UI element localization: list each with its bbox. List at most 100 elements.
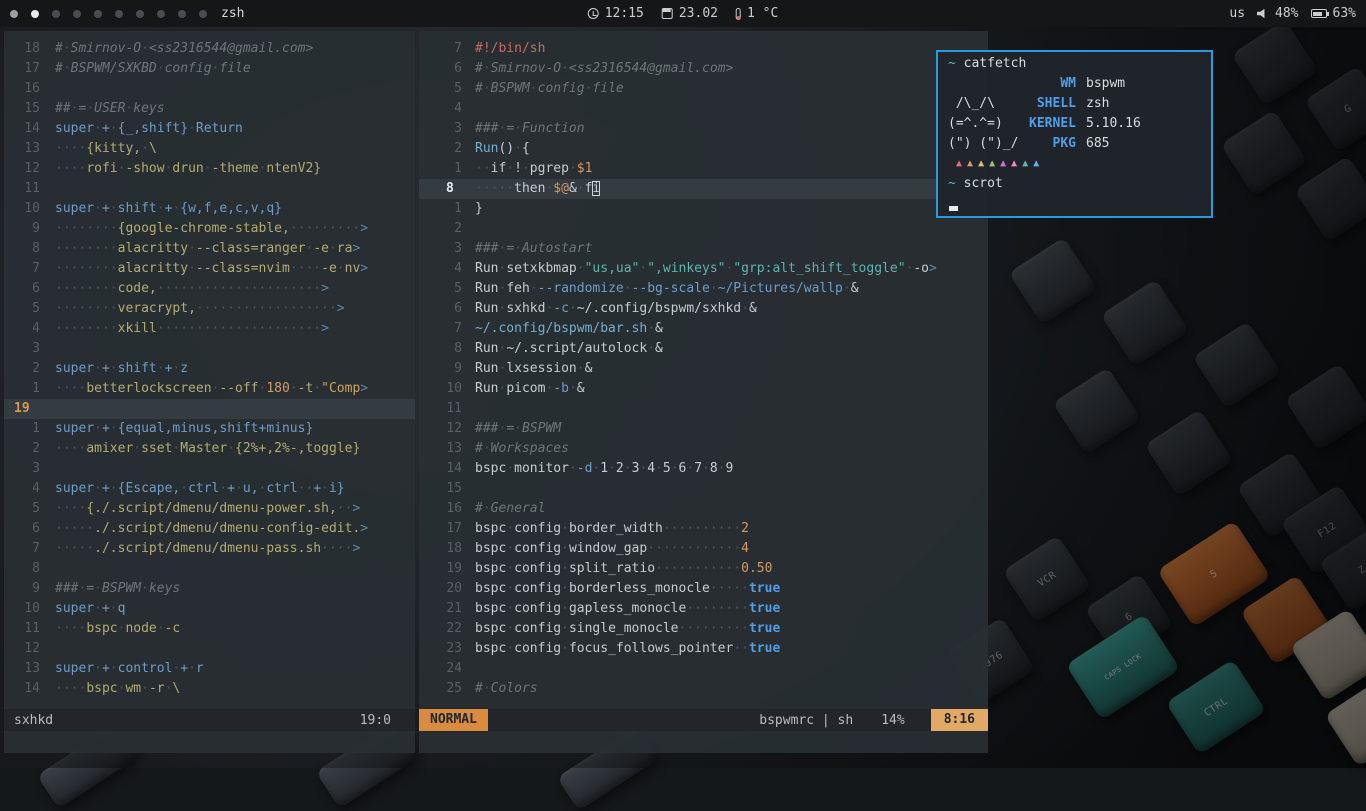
- workspace-dot-focused[interactable]: [31, 10, 39, 18]
- code-line[interactable]: 6#·Smirnov-O·<ss2316544@gmail.com>: [419, 59, 988, 79]
- code-line[interactable]: 12: [4, 639, 415, 659]
- code-line[interactable]: 4Run·setxkbmap·"us,ua"·",winkeys"·"grp:a…: [419, 259, 988, 279]
- code-line[interactable]: 11: [4, 179, 415, 199]
- code-line[interactable]: 3###·=·Autostart: [419, 239, 988, 259]
- workspace-dot-empty[interactable]: [52, 10, 60, 18]
- code-line[interactable]: 23bspc·config·focus_follows_pointer··tru…: [419, 639, 988, 659]
- code-line[interactable]: 18#·Smirnov-O·<ss2316544@gmail.com>: [4, 39, 415, 59]
- code-line[interactable]: 10super·+·shift·+·{w,f,e,c,v,q}: [4, 199, 415, 219]
- code-line-current[interactable]: 19: [4, 399, 415, 419]
- code-line[interactable]: 5····{./.script/dmenu/dmenu-power.sh,··>: [4, 499, 415, 519]
- code-text: bspc·config·borderless_monocle·····true: [475, 581, 780, 596]
- workspace-dot-occupied[interactable]: [10, 10, 18, 18]
- code-line[interactable]: 7·····./.script/dmenu/dmenu-pass.sh····>: [4, 539, 415, 559]
- code-line[interactable]: 5········veracrypt,··················>: [4, 299, 415, 319]
- terminal-left-sxhkd[interactable]: 18#·Smirnov-O·<ss2316544@gmail.com>17#·B…: [4, 31, 415, 753]
- code-line[interactable]: 17bspc·config·border_width··········2: [419, 519, 988, 539]
- code-line[interactable]: 1super·+·{equal,minus,shift+minus}: [4, 419, 415, 439]
- workspace-dot-empty[interactable]: [178, 10, 186, 18]
- code-line[interactable]: 16#·General: [419, 499, 988, 519]
- code-line[interactable]: 2····amixer·sset·Master·{2%+,2%-,toggle}: [4, 439, 415, 459]
- code-text: Run·sxhkd·-c·~/.config/bspwm/sxhkd·&: [475, 301, 757, 316]
- code-line[interactable]: 14bspc·monitor·-d·1·2·3·4·5·6·7·8·9: [419, 459, 988, 479]
- code-line[interactable]: 10super·+·q: [4, 599, 415, 619]
- code-line[interactable]: 16: [4, 79, 415, 99]
- editor-left-buffer[interactable]: 18#·Smirnov-O·<ss2316544@gmail.com>17#·B…: [4, 31, 415, 709]
- code-line[interactable]: 1····betterlockscreen·--off·180·-t·"Comp…: [4, 379, 415, 399]
- temperature-module: 1 °C: [736, 6, 778, 21]
- code-text: #·Smirnov-O·<ss2316544@gmail.com>: [55, 41, 313, 56]
- line-number: 4: [419, 99, 462, 119]
- vim-cursor: i: [592, 181, 600, 196]
- code-text: ###·=·Autostart: [475, 241, 592, 256]
- code-line[interactable]: 13#·Workspaces: [419, 439, 988, 459]
- code-line[interactable]: 5#·BSPWM·config·file: [419, 79, 988, 99]
- workspace-dot-empty[interactable]: [136, 10, 144, 18]
- editor-middle-buffer[interactable]: 7#!/bin/sh6#·Smirnov-O·<ss2316544@gmail.…: [419, 31, 988, 709]
- code-line[interactable]: 15##·=·USER·keys: [4, 99, 415, 119]
- code-line[interactable]: 7········alacritty·--class=nvim····-e·nv…: [4, 259, 415, 279]
- code-line[interactable]: 2Run()·{: [419, 139, 988, 159]
- fetch-value: 5.10.16: [1086, 114, 1141, 134]
- code-text: bspc·config·border_width··········2: [475, 521, 749, 536]
- code-line[interactable]: 6·····./.script/dmenu/dmenu-config-edit.…: [4, 519, 415, 539]
- line-number: 23: [419, 639, 462, 659]
- code-line[interactable]: 22bspc·config·single_monocle·········tru…: [419, 619, 988, 639]
- command-catfetch: catfetch: [964, 56, 1027, 71]
- code-line[interactable]: 20bspc·config·borderless_monocle·····tru…: [419, 579, 988, 599]
- code-line[interactable]: 14····bspc·wm·-r·\: [4, 679, 415, 699]
- clock-module: 12:15: [588, 6, 644, 21]
- code-line[interactable]: 13super·+·control·+·r: [4, 659, 415, 679]
- code-line[interactable]: 1}: [419, 199, 988, 219]
- code-line[interactable]: 4········xkill·····················>: [4, 319, 415, 339]
- code-line[interactable]: 9········{google-chrome-stable,·········…: [4, 219, 415, 239]
- color-palette: ▲▲▲▲▲▲▲▲: [948, 154, 1211, 174]
- terminal-middle-bspwmrc[interactable]: 7#!/bin/sh6#·Smirnov-O·<ss2316544@gmail.…: [419, 31, 988, 753]
- code-line[interactable]: 24: [419, 659, 988, 679]
- code-line[interactable]: 6········code,·····················>: [4, 279, 415, 299]
- code-line[interactable]: 3: [4, 459, 415, 479]
- code-line[interactable]: 9###·=·BSPWM·keys: [4, 579, 415, 599]
- workspace-dot-empty[interactable]: [94, 10, 102, 18]
- code-line[interactable]: 13····{kitty,·\: [4, 139, 415, 159]
- code-line-current[interactable]: 8·····then·$@&·fi: [419, 179, 988, 199]
- code-line[interactable]: 10Run·picom·-b·&: [419, 379, 988, 399]
- code-line[interactable]: 12###·=·BSPWM: [419, 419, 988, 439]
- code-line[interactable]: 2: [419, 219, 988, 239]
- workspace-dot-empty[interactable]: [199, 10, 207, 18]
- line-number: 8: [4, 239, 40, 259]
- code-line[interactable]: 18bspc·config·window_gap············4: [419, 539, 988, 559]
- line-number: 5: [4, 499, 40, 519]
- code-line[interactable]: 14super·+·{_,shift}·Return: [4, 119, 415, 139]
- code-line[interactable]: 21bspc·config·gapless_monocle········tru…: [419, 599, 988, 619]
- workspace-dot-empty[interactable]: [157, 10, 165, 18]
- code-line[interactable]: 5Run·feh·--randomize·--bg-scale·~/Pictur…: [419, 279, 988, 299]
- code-line[interactable]: 8Run·~/.script/autolock·&: [419, 339, 988, 359]
- line-number: 25: [419, 679, 462, 699]
- code-line[interactable]: 12····rofi·-show·drun·-theme·ntenV2}: [4, 159, 415, 179]
- code-line[interactable]: 9Run·lxsession·&: [419, 359, 988, 379]
- code-line[interactable]: 7#!/bin/sh: [419, 39, 988, 59]
- volume-module[interactable]: 48%: [1257, 6, 1298, 21]
- code-line[interactable]: 11····bspc·node·-c: [4, 619, 415, 639]
- code-line[interactable]: 4: [419, 99, 988, 119]
- floating-terminal-catfetch[interactable]: ~ catfetch WMbspwm /\_/\SHELLzsh(=^.^=)K…: [936, 50, 1213, 218]
- code-text: ····rofi·-show·drun·-theme·ntenV2}: [55, 161, 321, 176]
- code-line[interactable]: 6Run·sxhkd·-c·~/.config/bspwm/sxhkd·&: [419, 299, 988, 319]
- code-line[interactable]: 3: [4, 339, 415, 359]
- code-line[interactable]: 8: [4, 559, 415, 579]
- code-line[interactable]: 2super·+·shift·+·z: [4, 359, 415, 379]
- code-line[interactable]: 15: [419, 479, 988, 499]
- code-line[interactable]: 8········alacritty·--class=ranger·-e·ra>: [4, 239, 415, 259]
- code-line[interactable]: 4super·+·{Escape,·ctrl·+·u,·ctrl··+·i}: [4, 479, 415, 499]
- code-line[interactable]: 7~/.config/bspwm/bar.sh·&: [419, 319, 988, 339]
- code-line[interactable]: 17#·BSPWM/SXKBD·config·file: [4, 59, 415, 79]
- code-line[interactable]: 25#·Colors: [419, 679, 988, 699]
- workspace-dot-empty[interactable]: [73, 10, 81, 18]
- code-line[interactable]: 1··if·!·pgrep·$1: [419, 159, 988, 179]
- keyboard-layout-indicator[interactable]: us: [1229, 6, 1245, 21]
- code-line[interactable]: 19bspc·config·split_ratio···········0.50: [419, 559, 988, 579]
- code-line[interactable]: 11: [419, 399, 988, 419]
- workspace-dot-empty[interactable]: [115, 10, 123, 18]
- code-line[interactable]: 3###·=·Function: [419, 119, 988, 139]
